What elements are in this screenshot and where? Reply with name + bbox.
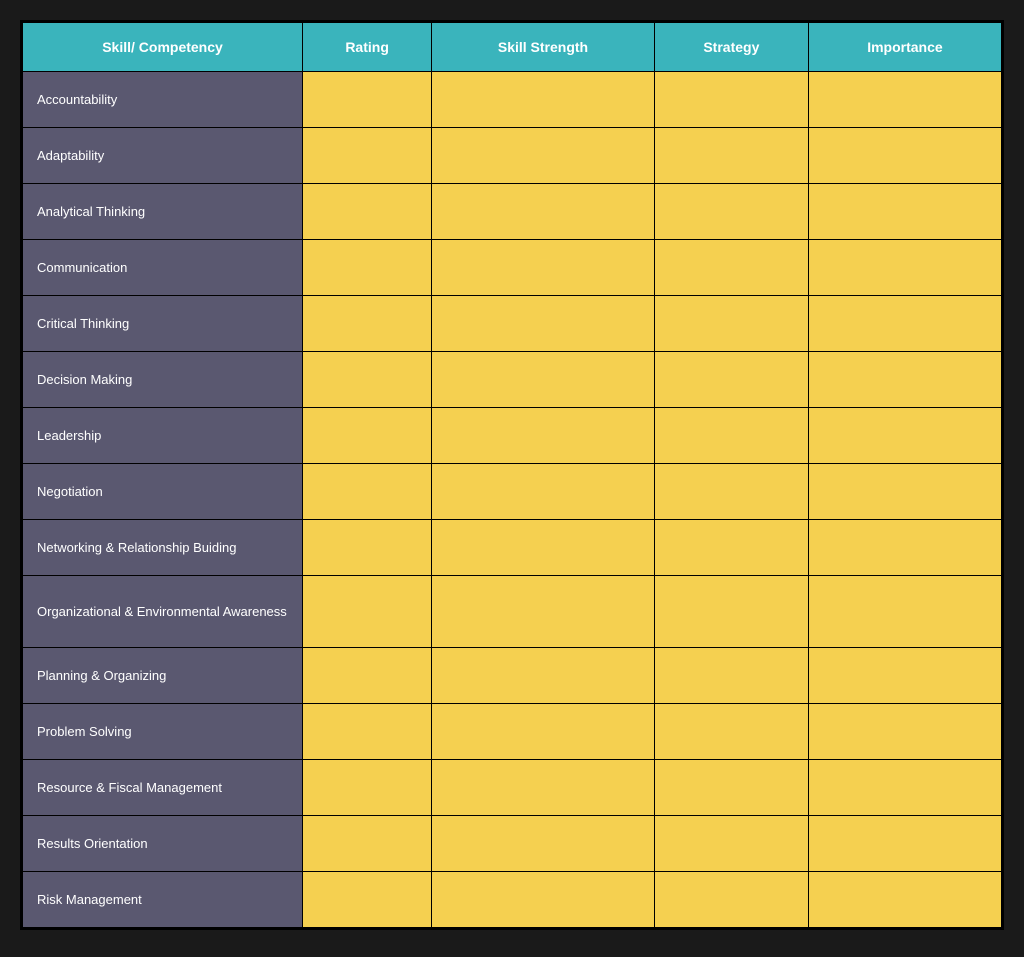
- data-cell[interactable]: [432, 352, 655, 408]
- data-cell[interactable]: [303, 464, 432, 520]
- data-cell[interactable]: [432, 520, 655, 576]
- skill-label: Accountability: [23, 72, 303, 128]
- data-cell[interactable]: [808, 296, 1001, 352]
- data-cell[interactable]: [808, 648, 1001, 704]
- table-row: Negotiation: [23, 464, 1002, 520]
- skill-label: Communication: [23, 240, 303, 296]
- header-strategy: Strategy: [654, 23, 808, 72]
- data-cell[interactable]: [654, 576, 808, 648]
- data-cell[interactable]: [432, 704, 655, 760]
- skill-label: Critical Thinking: [23, 296, 303, 352]
- skill-label: Risk Management: [23, 872, 303, 928]
- data-cell[interactable]: [303, 408, 432, 464]
- data-cell[interactable]: [808, 408, 1001, 464]
- data-cell[interactable]: [432, 816, 655, 872]
- data-cell[interactable]: [303, 576, 432, 648]
- table-row: Organizational & Environmental Awareness: [23, 576, 1002, 648]
- data-cell[interactable]: [654, 704, 808, 760]
- skill-label: Networking & Relationship Buiding: [23, 520, 303, 576]
- table-row: Decision Making: [23, 352, 1002, 408]
- table-row: Resource & Fiscal Management: [23, 760, 1002, 816]
- data-cell[interactable]: [432, 296, 655, 352]
- table-row: Planning & Organizing: [23, 648, 1002, 704]
- data-cell[interactable]: [303, 760, 432, 816]
- data-cell[interactable]: [654, 760, 808, 816]
- table-row: Problem Solving: [23, 704, 1002, 760]
- data-cell[interactable]: [303, 296, 432, 352]
- header-importance: Importance: [808, 23, 1001, 72]
- table-row: Critical Thinking: [23, 296, 1002, 352]
- skill-label: Problem Solving: [23, 704, 303, 760]
- data-cell[interactable]: [808, 576, 1001, 648]
- data-cell[interactable]: [808, 184, 1001, 240]
- data-cell[interactable]: [303, 520, 432, 576]
- table-row: Communication: [23, 240, 1002, 296]
- data-cell[interactable]: [303, 184, 432, 240]
- data-cell[interactable]: [303, 240, 432, 296]
- data-cell[interactable]: [808, 760, 1001, 816]
- data-cell[interactable]: [654, 296, 808, 352]
- data-cell[interactable]: [432, 648, 655, 704]
- table-row: Networking & Relationship Buiding: [23, 520, 1002, 576]
- data-cell[interactable]: [808, 464, 1001, 520]
- data-cell[interactable]: [432, 760, 655, 816]
- data-cell[interactable]: [654, 408, 808, 464]
- data-cell[interactable]: [808, 72, 1001, 128]
- data-cell[interactable]: [432, 240, 655, 296]
- data-cell[interactable]: [432, 128, 655, 184]
- data-cell[interactable]: [808, 520, 1001, 576]
- data-cell[interactable]: [303, 352, 432, 408]
- skill-label: Decision Making: [23, 352, 303, 408]
- skill-label: Negotiation: [23, 464, 303, 520]
- header-row: Skill/ Competency Rating Skill Strength …: [23, 23, 1002, 72]
- data-cell[interactable]: [654, 872, 808, 928]
- skill-label: Adaptability: [23, 128, 303, 184]
- data-cell[interactable]: [654, 520, 808, 576]
- data-cell[interactable]: [654, 816, 808, 872]
- data-cell[interactable]: [303, 648, 432, 704]
- table-row: Results Orientation: [23, 816, 1002, 872]
- skill-label: Resource & Fiscal Management: [23, 760, 303, 816]
- data-cell[interactable]: [432, 72, 655, 128]
- data-cell[interactable]: [654, 240, 808, 296]
- skill-label: Organizational & Environmental Awareness: [23, 576, 303, 648]
- table-row: Accountability: [23, 72, 1002, 128]
- skill-label: Analytical Thinking: [23, 184, 303, 240]
- data-cell[interactable]: [654, 648, 808, 704]
- data-cell[interactable]: [808, 240, 1001, 296]
- table-row: Adaptability: [23, 128, 1002, 184]
- data-cell[interactable]: [654, 184, 808, 240]
- data-cell[interactable]: [303, 872, 432, 928]
- header-rating: Rating: [303, 23, 432, 72]
- data-cell[interactable]: [432, 872, 655, 928]
- data-cell[interactable]: [432, 464, 655, 520]
- data-cell[interactable]: [303, 128, 432, 184]
- header-skill-strength: Skill Strength: [432, 23, 655, 72]
- data-cell[interactable]: [432, 576, 655, 648]
- table-row: Analytical Thinking: [23, 184, 1002, 240]
- data-cell[interactable]: [808, 128, 1001, 184]
- data-cell[interactable]: [654, 352, 808, 408]
- data-cell[interactable]: [303, 816, 432, 872]
- data-cell[interactable]: [654, 128, 808, 184]
- data-cell[interactable]: [808, 704, 1001, 760]
- data-cell[interactable]: [432, 184, 655, 240]
- skill-label: Results Orientation: [23, 816, 303, 872]
- data-cell[interactable]: [303, 704, 432, 760]
- data-cell[interactable]: [303, 72, 432, 128]
- table-row: Leadership: [23, 408, 1002, 464]
- data-cell[interactable]: [808, 872, 1001, 928]
- skills-table-container: Skill/ Competency Rating Skill Strength …: [20, 20, 1004, 930]
- header-skill-competency: Skill/ Competency: [23, 23, 303, 72]
- data-cell[interactable]: [808, 352, 1001, 408]
- skills-table: Skill/ Competency Rating Skill Strength …: [22, 22, 1002, 928]
- table-row: Risk Management: [23, 872, 1002, 928]
- data-cell[interactable]: [432, 408, 655, 464]
- skill-label: Planning & Organizing: [23, 648, 303, 704]
- data-cell[interactable]: [654, 464, 808, 520]
- data-cell[interactable]: [654, 72, 808, 128]
- skill-label: Leadership: [23, 408, 303, 464]
- data-cell[interactable]: [808, 816, 1001, 872]
